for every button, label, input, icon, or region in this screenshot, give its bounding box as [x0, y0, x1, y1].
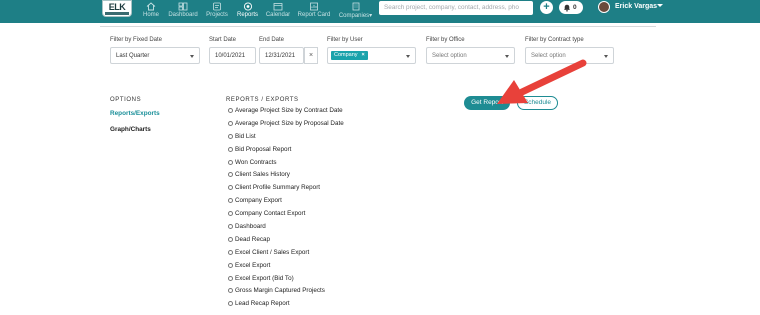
bell-icon — [564, 4, 570, 12]
start-date-input[interactable]: 10/01/2021 — [209, 47, 256, 64]
notification-count: 0 — [573, 4, 577, 11]
radio-button[interactable] — [228, 262, 233, 268]
report-label: Excel Export (Bid To) — [235, 274, 294, 282]
schedule-button[interactable]: Schedule — [517, 96, 558, 110]
option-graph-charts[interactable]: Graph/Charts — [110, 126, 151, 133]
filter-contract-type-placeholder: Select option — [531, 53, 566, 59]
projects-icon — [213, 2, 221, 11]
user-menu-caret-icon[interactable] — [657, 4, 663, 7]
report-label: Average Project Size by Contract Date — [235, 107, 343, 114]
report-card-icon — [310, 2, 318, 11]
end-date-label: End Date — [259, 37, 285, 43]
nav-item-reports[interactable]: Reports — [236, 0, 259, 23]
nav-label-text: Companies — [338, 13, 370, 19]
filter-office-select[interactable]: Select option — [426, 47, 515, 64]
radio-button[interactable] — [228, 288, 233, 294]
nav-item-calendar[interactable]: Calendar — [265, 0, 291, 23]
plus-icon: + — [543, 1, 550, 13]
notifications-button[interactable]: 0 — [559, 1, 583, 14]
app-logo[interactable]: ELK — [102, 0, 132, 17]
clear-date-button[interactable]: × — [304, 47, 318, 64]
nav-label: Reports — [236, 12, 258, 18]
nav-label: Dashboard — [168, 12, 198, 18]
annotation-arrow-shaft — [518, 59, 587, 96]
report-label: Gross Margin Captured Projects — [235, 287, 325, 295]
filter-office-label: Filter by Office — [426, 37, 465, 43]
filter-fixed-date-label: Filter by Fixed Date — [110, 37, 163, 43]
end-date-input[interactable]: 12/31/2021 — [259, 47, 304, 64]
user-name[interactable]: Erick Vargas — [615, 3, 657, 10]
nav-label: Report Card — [297, 12, 331, 18]
add-button[interactable]: + — [540, 1, 553, 14]
top-nav-bar: ELK Home Dashboard Projects Reports Cale… — [0, 0, 760, 23]
nav-item-companies[interactable]: Companies▾ — [337, 0, 374, 23]
radio-button[interactable] — [228, 275, 233, 281]
nav-label: Home — [142, 12, 159, 18]
filter-fixed-date-value: Last Quarter — [116, 53, 150, 59]
get-report-button[interactable]: Get Report — [464, 96, 510, 110]
reports-heading: REPORTS / EXPORTS — [226, 97, 299, 103]
report-label: Lead Recap Report — [235, 300, 290, 308]
home-icon — [146, 2, 156, 11]
report-label: Client Profile Summary Report — [235, 184, 321, 192]
radio-button[interactable] — [228, 108, 233, 113]
nav-item-report-card[interactable]: Report Card — [297, 0, 331, 23]
chevron-down-icon — [190, 55, 194, 58]
companies-icon — [352, 2, 359, 11]
user-chip[interactable]: Company × — [331, 51, 368, 60]
report-label: Dead Recap — [235, 235, 271, 243]
radio-button[interactable] — [228, 301, 233, 307]
report-label: Company Contact Export — [235, 210, 306, 218]
start-date-label: Start Date — [209, 37, 237, 43]
report-label: Bid List — [235, 132, 256, 140]
radio-button[interactable] — [228, 185, 233, 191]
reports-icon — [243, 2, 252, 11]
report-label: Excel Client / Sales Export — [235, 248, 310, 256]
nav-label: Calendar — [265, 12, 291, 18]
report-label: Company Export — [235, 197, 282, 205]
avatar[interactable] — [598, 1, 610, 13]
nav-label: Companies▾ — [337, 12, 374, 19]
nav-item-dashboard[interactable]: Dashboard — [168, 0, 198, 23]
chevron-down-icon — [604, 55, 608, 58]
radio-button[interactable] — [228, 249, 233, 255]
report-label: Average Project Size by Proposal Date — [235, 119, 344, 127]
filter-user-label: Filter by User — [327, 37, 363, 43]
chevron-down-icon — [406, 55, 410, 58]
radio-button[interactable] — [228, 236, 233, 242]
filter-contract-type-select[interactable]: Select option — [525, 47, 614, 64]
radio-button[interactable] — [228, 211, 233, 217]
search-input[interactable]: Search project, company, contact, addres… — [379, 1, 533, 15]
report-label: Excel Export — [235, 261, 271, 269]
radio-button[interactable] — [228, 133, 233, 139]
radio-button[interactable] — [228, 146, 233, 152]
nav-item-projects[interactable]: Projects — [205, 0, 229, 23]
option-reports-exports[interactable]: Reports/Exports — [110, 110, 160, 117]
report-label: Bid Proposal Report — [235, 145, 292, 153]
chevron-down-icon — [505, 55, 509, 58]
user-chip-label: Company — [334, 52, 358, 58]
report-label: Client Sales History — [235, 171, 290, 179]
radio-button[interactable] — [228, 198, 233, 204]
filter-fixed-date-select[interactable]: Last Quarter — [110, 47, 200, 64]
filter-user-select[interactable]: Company × — [327, 47, 416, 64]
calendar-icon — [273, 3, 283, 11]
radio-button[interactable] — [228, 159, 233, 165]
report-label: Dashboard — [235, 223, 266, 231]
report-label: Won Contracts — [235, 158, 277, 166]
radio-button[interactable] — [228, 224, 233, 230]
nav-item-home[interactable]: Home — [142, 0, 160, 23]
nav-label: Projects — [206, 12, 228, 18]
filter-contract-type-label: Filter by Contract type — [525, 37, 584, 43]
chip-remove-icon[interactable]: × — [362, 52, 365, 58]
header-divider — [100, 26, 656, 27]
options-heading: OPTIONS — [110, 97, 142, 103]
logo-banner — [105, 12, 129, 15]
chevron-down-icon: ▾ — [369, 13, 373, 19]
radio-button[interactable] — [228, 120, 233, 126]
logo-text: ELK — [108, 2, 126, 12]
radio-button[interactable] — [228, 172, 233, 178]
filter-office-placeholder: Select option — [432, 53, 467, 59]
dashboard-icon — [178, 2, 188, 11]
